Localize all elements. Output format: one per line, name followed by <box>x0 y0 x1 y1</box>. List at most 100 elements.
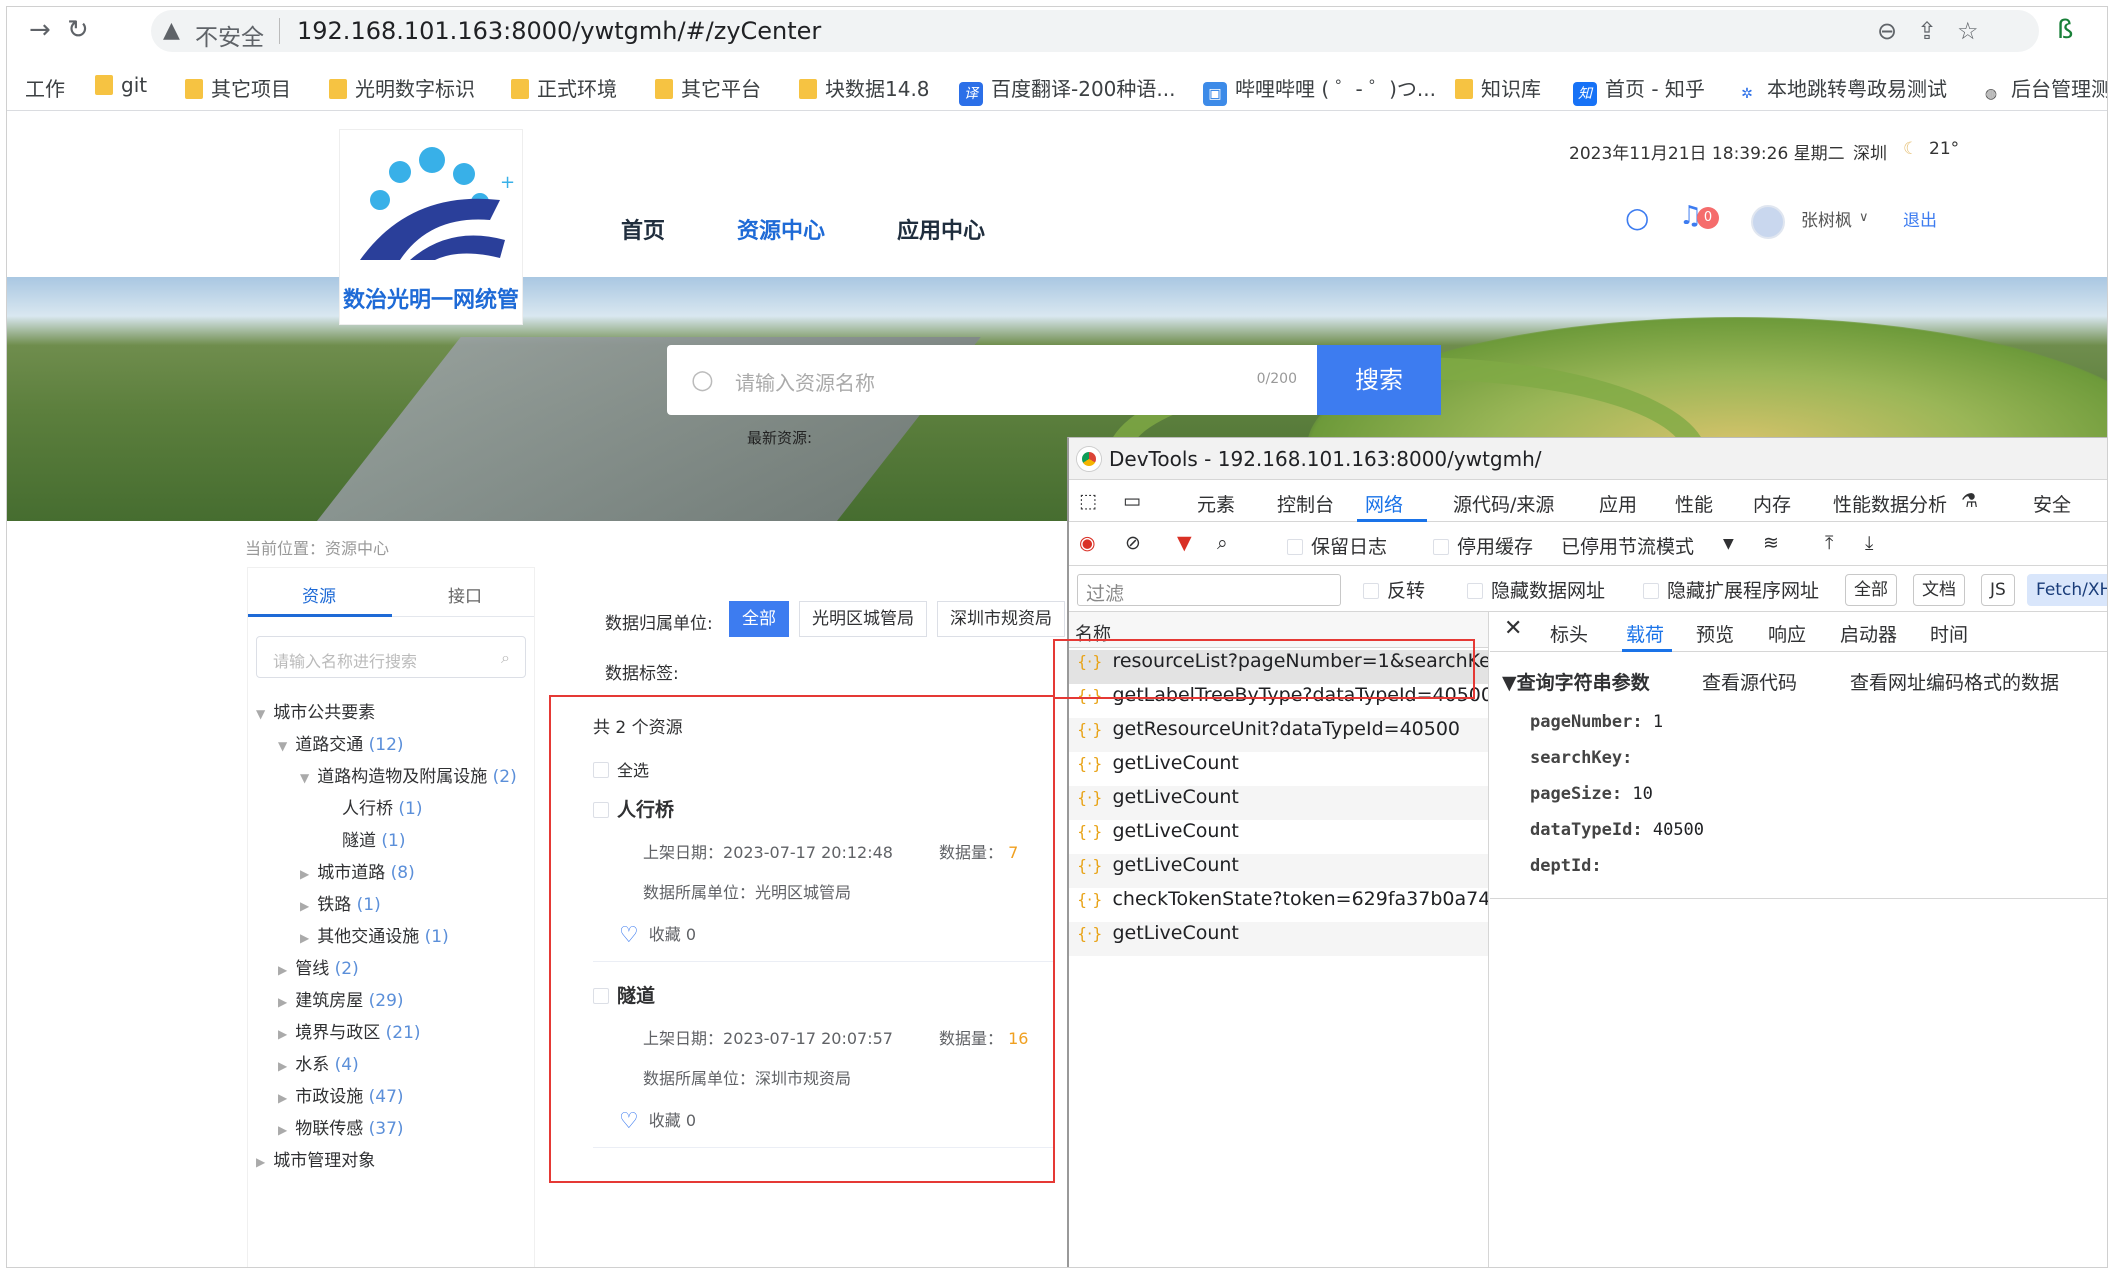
bookmark-item[interactable]: 工作 <box>25 73 65 102</box>
tree-node[interactable]: ▶ 市政设施 (47) <box>278 1082 404 1107</box>
tab-initiator[interactable]: 启动器 <box>1840 620 1897 647</box>
tab-resource[interactable]: 资源 <box>302 582 336 607</box>
tree-node[interactable]: ▼ 道路交通 (12) <box>278 730 404 755</box>
zoom-icon[interactable]: ⊖ <box>1877 17 1897 45</box>
tree-node[interactable]: ▶ 管线 (2) <box>278 954 359 979</box>
dropdown-caret-icon[interactable]: ▼ <box>1723 536 1734 552</box>
forward-icon[interactable]: → <box>29 15 51 45</box>
bookmark-item[interactable]: ◍ 后台管理测 <box>1979 73 2107 106</box>
nav-resource-center[interactable]: 资源中心 <box>737 213 825 245</box>
bookmark-item[interactable]: git <box>95 73 147 97</box>
extension-icon[interactable]: ß <box>2057 15 2073 45</box>
tab-application[interactable]: 应用 <box>1599 490 1637 517</box>
tree-node[interactable]: ▶ 城市道路 (8) <box>300 858 415 883</box>
tree-node[interactable]: 人行桥 (1) <box>342 794 423 819</box>
tab-headers[interactable]: 标头 <box>1550 620 1588 647</box>
record-icon[interactable]: ◉ <box>1079 532 1096 554</box>
avatar[interactable] <box>1751 205 1785 239</box>
throttling-select[interactable]: 已停用节流模式 <box>1561 532 1694 559</box>
tab-security[interactable]: 安全 <box>2033 490 2071 517</box>
request-row[interactable]: {·} getLiveCount <box>1069 820 1488 854</box>
user-name[interactable]: 张树枫 <box>1801 206 1852 231</box>
nav-home[interactable]: 首页 <box>621 213 665 245</box>
bookmark-item[interactable]: 其它项目 <box>185 73 291 102</box>
chevron-down-icon[interactable]: ∨ <box>1859 210 1869 225</box>
tree-node[interactable]: ▶ 其他交通设施 (1) <box>300 922 449 947</box>
request-row[interactable]: {·} getLiveCount <box>1069 922 1488 956</box>
nav-app-center[interactable]: 应用中心 <box>897 213 985 245</box>
search-icon[interactable]: ○ <box>1625 201 1649 234</box>
tree-node[interactable]: ▶ 铁路 (1) <box>300 890 381 915</box>
tree-node[interactable]: ▶ 城市管理对象 <box>256 1146 375 1171</box>
url-text[interactable]: 192.168.101.163:8000/ywtgmh/#/zyCenter <box>297 17 821 45</box>
share-icon[interactable]: ⇪ <box>1917 17 1937 45</box>
tab-response[interactable]: 响应 <box>1768 620 1806 647</box>
view-source-link[interactable]: 查看源代码 <box>1702 668 1797 695</box>
bookmark-item[interactable]: 知识库 <box>1455 73 1541 102</box>
tab-timing[interactable]: 时间 <box>1930 620 1968 647</box>
filter-chip-all[interactable]: 全部 <box>729 601 789 637</box>
upload-icon[interactable]: ⤒ <box>1825 532 1833 554</box>
bookmark-item[interactable]: 块数据14.8 <box>799 73 930 102</box>
request-row[interactable]: {·} getLiveCount <box>1069 854 1488 888</box>
tree-node[interactable]: ▼ 道路构造物及附属设施 (2) <box>300 762 517 787</box>
close-icon[interactable]: ✕ <box>1504 616 1522 641</box>
filter-doc-button[interactable]: 文档 <box>1913 574 1965 606</box>
view-url-encoded-link[interactable]: 查看网址编码格式的数据 <box>1850 668 2059 695</box>
hide-data-urls-checkbox[interactable]: 隐藏数据网址 <box>1467 576 1605 603</box>
filter-chip-unit[interactable]: 深圳市规资局 <box>937 601 1065 637</box>
request-row[interactable]: {·} checkTokenState?token=629fa37b0a7443.… <box>1069 888 1488 922</box>
download-icon[interactable]: ⤓ <box>1865 532 1873 554</box>
tab-performance[interactable]: 性能 <box>1675 490 1713 517</box>
site-logo[interactable]: + 数治光明一网统管 <box>339 129 523 325</box>
category-search-input[interactable]: 请输入名称进行搜索 ⌕ <box>256 636 526 678</box>
tab-console[interactable]: 控制台 <box>1277 490 1334 517</box>
resource-search-input[interactable]: ○ 请输入资源名称 0/200 <box>667 345 1317 415</box>
network-filter-input[interactable]: 过滤 <box>1077 574 1341 606</box>
bookmark-item[interactable]: ▣ 哔哩哔哩 ( ゜- ゜)つ... <box>1203 73 1436 106</box>
tree-node[interactable]: ▶ 建筑房屋 (29) <box>278 986 404 1011</box>
preserve-log-checkbox[interactable]: 保留日志 <box>1287 532 1387 559</box>
tab-performance-insights[interactable]: 性能数据分析 <box>1833 490 1947 517</box>
filter-chip-unit[interactable]: 光明区城管局 <box>799 601 927 637</box>
tab-interface[interactable]: 接口 <box>448 582 482 607</box>
request-row[interactable]: {·} getResourceUnit?dataTypeId=40500 <box>1069 718 1488 752</box>
request-row[interactable]: {·} getLiveCount <box>1069 786 1488 820</box>
star-icon[interactable]: ☆ <box>1957 17 1979 45</box>
hide-extension-urls-checkbox[interactable]: 隐藏扩展程序网址 <box>1643 576 1819 603</box>
filter-js-button[interactable]: JS <box>1981 574 2015 606</box>
tab-network[interactable]: 网络 <box>1365 490 1403 517</box>
tab-sources[interactable]: 源代码/来源 <box>1453 490 1554 517</box>
bookmark-item[interactable]: 知首页 - 知乎 <box>1573 73 1705 106</box>
tree-node[interactable]: ▶ 境界与政区 (21) <box>278 1018 421 1043</box>
invert-checkbox[interactable]: 反转 <box>1363 576 1425 603</box>
wifi-icon[interactable]: ≋ <box>1763 532 1779 554</box>
filter-fetch-xhr-button[interactable]: Fetch/XHR <box>2027 574 2107 606</box>
disable-cache-checkbox[interactable]: 停用缓存 <box>1433 532 1533 559</box>
reload-icon[interactable]: ↻ <box>67 15 89 45</box>
bookmark-item[interactable]: 译百度翻译-200种语... <box>959 73 1175 106</box>
bookmark-item[interactable]: 光明数字标识 <box>329 73 475 102</box>
search-icon[interactable]: ⌕ <box>1217 532 1228 554</box>
filter-all-button[interactable]: 全部 <box>1845 574 1897 606</box>
tab-memory[interactable]: 内存 <box>1753 490 1791 517</box>
tab-payload[interactable]: 载荷 <box>1626 620 1664 647</box>
query-string-header[interactable]: ▼查询字符串参数 <box>1502 668 1650 695</box>
request-row[interactable]: {·} getLiveCount <box>1069 752 1488 786</box>
bookmark-item[interactable]: 其它平台 <box>655 73 761 102</box>
device-toggle-icon[interactable]: ▭ <box>1123 490 1141 512</box>
clear-icon[interactable]: ⊘ <box>1125 532 1141 554</box>
search-button[interactable]: 搜索 <box>1317 345 1441 415</box>
tree-node[interactable]: ▶ 水系 (4) <box>278 1050 359 1075</box>
tab-preview[interactable]: 预览 <box>1696 620 1734 647</box>
filter-icon[interactable]: ▼ <box>1177 532 1192 554</box>
tab-elements[interactable]: 元素 <box>1197 490 1235 517</box>
tree-node[interactable]: ▶ 物联传感 (37) <box>278 1114 404 1139</box>
omnibox[interactable]: ▲ 不安全 192.168.101.163:8000/ywtgmh/#/zyCe… <box>151 10 2039 52</box>
bookmark-item[interactable]: ✲ 本地跳转粤政易测试 <box>1735 73 1947 106</box>
logout-link[interactable]: 退出 <box>1903 206 1937 231</box>
inspect-icon[interactable]: ⬚ <box>1079 490 1097 512</box>
tree-node[interactable]: 隧道 (1) <box>342 826 406 851</box>
tree-node[interactable]: ▼ 城市公共要素 <box>256 698 375 723</box>
bookmark-item[interactable]: 正式环境 <box>511 73 617 102</box>
